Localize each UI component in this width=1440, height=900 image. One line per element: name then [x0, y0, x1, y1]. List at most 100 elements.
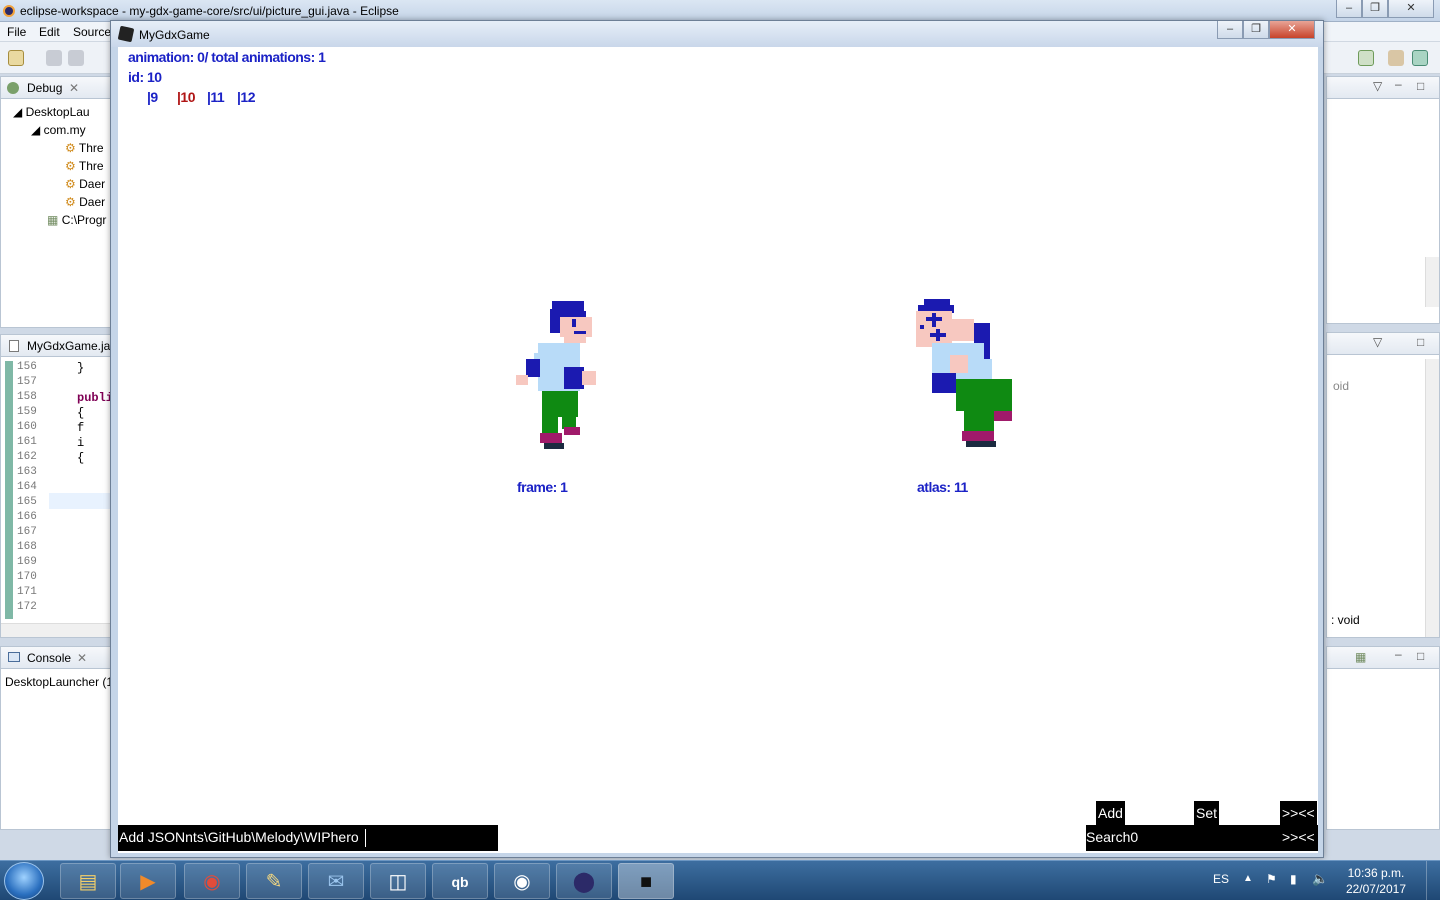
outline-vscrollbar[interactable] [1425, 359, 1439, 637]
character-mouth [574, 331, 586, 334]
close-icon[interactable]: ✕ [69, 81, 79, 95]
console-process-label: DesktopLauncher (1 [5, 675, 114, 689]
taskbar-eclipse[interactable]: ⬤ [556, 863, 612, 899]
right-bottom-pane: ▦ – □ [1326, 646, 1440, 830]
clock-date: 22/07/2017 [1345, 882, 1406, 896]
console-tab-label[interactable]: Console [27, 651, 71, 665]
add-button[interactable]: Add [1096, 801, 1125, 825]
minimize-icon[interactable]: – [1395, 647, 1402, 661]
java-perspective-icon[interactable] [1388, 50, 1404, 66]
tree-item[interactable]: ⚙ Daer [65, 195, 105, 209]
game-minimize-button[interactable]: – [1217, 21, 1243, 39]
tree-item[interactable]: ⚙ Thre [65, 141, 104, 155]
json-path-value: Add JSONnts\GitHub\Melody\WIPhero [119, 829, 359, 845]
nav-top-button[interactable]: >><< [1280, 801, 1317, 825]
view-menu-icon[interactable]: ▽ [1373, 79, 1382, 93]
save-all-icon[interactable] [68, 50, 84, 66]
game-window: MyGdxGame – ❐ ✕ animation: 0/ total anim… [110, 20, 1324, 858]
frame-sprite [516, 301, 596, 449]
show-hidden-icons-icon[interactable]: ▲ [1243, 873, 1253, 884]
taskbar-libgdx[interactable]: ■ [618, 863, 674, 899]
java-file-icon [9, 340, 19, 352]
editor-tab-label[interactable]: MyGdxGame.jav [27, 339, 116, 353]
frame-id-item[interactable]: |12 [237, 89, 256, 105]
animation-info: animation: 0/ total animations: 1 [128, 49, 326, 65]
code-line[interactable]: { [77, 451, 84, 465]
tree-item[interactable]: ⚙ Daer [65, 177, 105, 191]
line-number: 169 [17, 556, 37, 568]
close-icon[interactable]: ✕ [77, 651, 87, 665]
game-canvas[interactable]: animation: 0/ total animations: 1 id: 10… [118, 47, 1318, 853]
view-menu-icon[interactable]: ▽ [1373, 335, 1382, 349]
tree-item[interactable]: ◢ DesktopLau [13, 105, 90, 119]
menu-source[interactable]: Source [73, 25, 111, 39]
thread-icon: ⚙ [65, 177, 76, 191]
taskbar-thunderbird[interactable]: ✉ [308, 863, 364, 899]
nav-bottom-button[interactable]: >><< [1282, 829, 1315, 845]
eclipse-maximize-button[interactable]: ❐ [1362, 0, 1388, 18]
line-number: 156 [17, 361, 37, 373]
frame-id-item[interactable]: |11 [207, 89, 225, 105]
menu-edit[interactable]: Edit [39, 25, 60, 39]
process-icon: ▦ [47, 213, 59, 227]
debug-tab-label[interactable]: Debug [27, 81, 62, 95]
system-clock[interactable]: 10:36 p.m. 22/07/2017 [1346, 865, 1406, 897]
show-desktop-button[interactable] [1426, 861, 1440, 900]
clock-time: 10:36 p.m. [1347, 866, 1405, 880]
game-maximize-button[interactable]: ❐ [1243, 21, 1269, 39]
tree-item[interactable]: ◢ com.my [31, 123, 86, 137]
json-path-field[interactable]: Add JSONnts\GitHub\Melody\WIPhero * [118, 825, 498, 851]
character-hair [918, 299, 954, 313]
maximize-icon[interactable]: □ [1417, 79, 1424, 93]
outline-item[interactable]: oid [1333, 379, 1349, 393]
console-tabbar: Console ✕ [1, 647, 111, 669]
network-icon[interactable]: ▮ [1290, 872, 1297, 886]
new-icon[interactable] [8, 50, 24, 66]
outline-item[interactable]: : void [1331, 613, 1360, 627]
eclipse-titlebar: eclipse-workspace - my-gdx-game-core/src… [0, 0, 1440, 22]
maximize-icon[interactable]: □ [1417, 335, 1424, 349]
code-line[interactable]: publi [77, 391, 113, 405]
volume-icon[interactable]: 🔈 [1312, 871, 1328, 887]
right-top-vscrollbar[interactable] [1425, 257, 1439, 307]
save-icon[interactable] [46, 50, 62, 66]
action-center-icon[interactable]: ⚑ [1266, 872, 1277, 886]
json-path-field-right-part [486, 825, 498, 851]
minimize-icon[interactable]: – [1395, 77, 1402, 91]
taskbar-gamepad[interactable]: ◉ [494, 863, 550, 899]
taskbar-paint[interactable]: ✎ [246, 863, 302, 899]
taskbar-explorer[interactable]: ▤ [60, 863, 116, 899]
game-titlebar: MyGdxGame – ❐ ✕ [111, 21, 1323, 47]
frame-id-item-selected[interactable]: |10 [177, 89, 196, 105]
taskbar-qbittorrent[interactable]: qb [432, 863, 488, 899]
frame-id-item[interactable]: |9 [147, 89, 158, 105]
code-line[interactable]: f [77, 421, 84, 435]
tree-item[interactable]: ▦ C:\Progr [47, 213, 106, 227]
eclipse-close-button[interactable]: ✕ [1388, 0, 1434, 18]
code-line[interactable]: } [77, 361, 84, 375]
atlas-sprite [916, 299, 1012, 447]
search-field[interactable]: Search0 >><< [1086, 825, 1318, 851]
taskbar-media-player[interactable]: ▶ [120, 863, 176, 899]
maximize-icon[interactable]: □ [1417, 649, 1424, 663]
menu-file[interactable]: File [7, 25, 26, 39]
eclipse-icon: ⬤ [572, 871, 596, 893]
code-line[interactable]: i [77, 436, 84, 450]
start-button[interactable] [4, 862, 44, 900]
new-console-icon[interactable]: ▦ [1355, 650, 1366, 664]
eclipse-minimize-button[interactable]: – [1336, 0, 1362, 18]
game-close-button[interactable]: ✕ [1269, 21, 1315, 39]
line-number: 160 [17, 421, 37, 433]
search-label: Search0 [1086, 829, 1139, 845]
debug-perspective-icon[interactable] [1412, 50, 1428, 66]
taskbar-chrome[interactable]: ◉ [184, 863, 240, 899]
line-number: 168 [17, 541, 37, 553]
set-button[interactable]: Set [1194, 801, 1220, 825]
perspective-icon[interactable] [1358, 50, 1374, 66]
language-indicator[interactable]: ES [1213, 872, 1229, 886]
current-line-highlight [49, 493, 111, 509]
code-line[interactable]: { [77, 406, 84, 420]
taskbar-twitch[interactable]: ◫ [370, 863, 426, 899]
editor-hscrollbar[interactable] [1, 623, 111, 637]
tree-item[interactable]: ⚙ Thre [65, 159, 104, 173]
